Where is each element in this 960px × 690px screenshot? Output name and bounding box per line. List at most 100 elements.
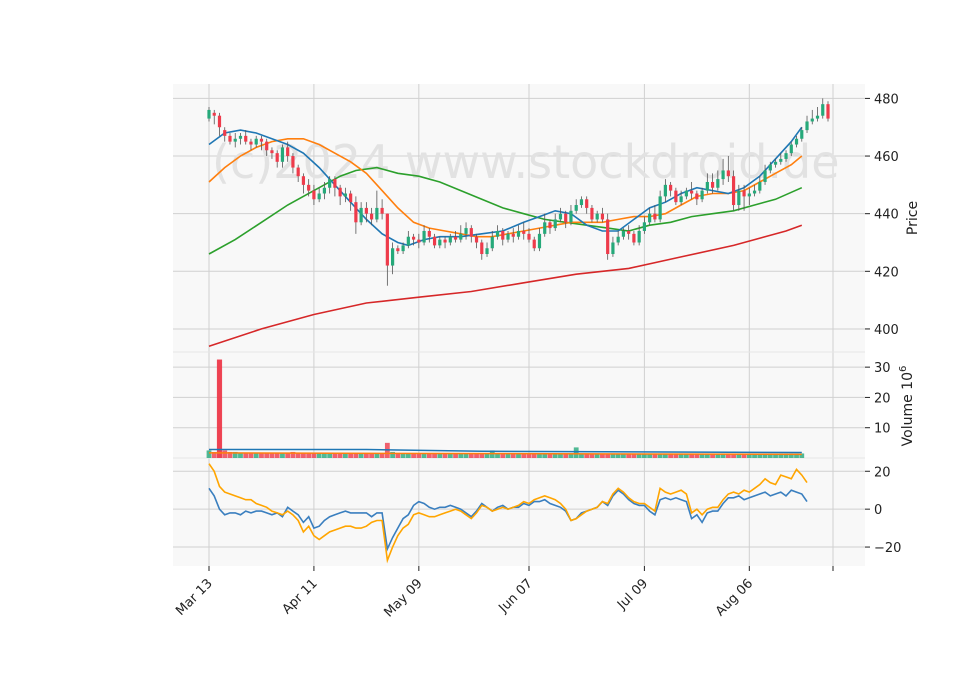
volume-bar bbox=[238, 453, 243, 458]
candle-body bbox=[574, 205, 578, 211]
volume-spike-bar bbox=[216, 359, 223, 458]
candle-body bbox=[742, 190, 746, 197]
volume-bar bbox=[379, 453, 385, 458]
volume-bar bbox=[243, 453, 249, 458]
candle-body bbox=[464, 228, 468, 234]
volume-panel-bg bbox=[173, 352, 865, 458]
candle-body bbox=[758, 181, 762, 191]
volume-bar bbox=[337, 453, 343, 458]
candle-body bbox=[705, 181, 709, 191]
candle-body bbox=[585, 199, 589, 208]
candle-body bbox=[275, 153, 279, 162]
candle-body bbox=[469, 228, 473, 237]
candle-body bbox=[359, 207, 363, 223]
volume-bar bbox=[348, 453, 354, 458]
candle-body bbox=[254, 138, 258, 145]
price-tick-label: 480 bbox=[874, 92, 899, 107]
candle-body bbox=[422, 230, 426, 243]
x-tick-label: Mar 13 bbox=[173, 576, 216, 619]
volume-bar bbox=[306, 453, 312, 458]
candle-body bbox=[684, 190, 688, 197]
candle-body bbox=[663, 184, 667, 197]
oscillator-tick-label: 0 bbox=[874, 503, 882, 518]
price-panel-bg bbox=[173, 84, 865, 352]
candle-body bbox=[810, 118, 814, 122]
candle-body bbox=[280, 147, 285, 162]
candle-body bbox=[349, 193, 353, 203]
candle-body bbox=[338, 187, 342, 197]
candle-body bbox=[312, 190, 316, 200]
oscillator-tick-label: −20 bbox=[874, 541, 901, 556]
candle-body bbox=[553, 219, 557, 229]
volume-bar bbox=[253, 453, 259, 458]
candle-body bbox=[669, 184, 673, 191]
candle-body bbox=[616, 236, 620, 243]
candle-body bbox=[800, 130, 804, 139]
chart-canvas: (c)2024 www.stockdroid.de 400 420 440 460 48… bbox=[173, 84, 921, 620]
candle-body bbox=[637, 230, 641, 243]
volume-bar bbox=[353, 453, 359, 458]
candle-body bbox=[480, 242, 484, 255]
candle-body bbox=[411, 236, 416, 240]
candle-body bbox=[217, 115, 222, 128]
candle-body bbox=[490, 236, 494, 249]
volume-bar bbox=[327, 453, 333, 458]
volume-bar bbox=[285, 453, 291, 458]
candle-body bbox=[228, 135, 232, 142]
x-tick-label: Jul 09 bbox=[614, 576, 651, 613]
candle-body bbox=[317, 193, 321, 200]
price-axis-label: Price bbox=[905, 201, 921, 235]
candle-body bbox=[401, 245, 405, 252]
candle-body bbox=[501, 230, 505, 240]
volume-bar bbox=[342, 453, 348, 458]
candle-body bbox=[495, 230, 500, 237]
candle-body bbox=[710, 181, 715, 188]
candle-body bbox=[543, 222, 547, 234]
candle-body bbox=[375, 207, 379, 220]
volume-axis-label-text: Volume 10 bbox=[900, 372, 916, 446]
candle-body bbox=[212, 112, 216, 116]
candle-body bbox=[370, 213, 374, 220]
candle-body bbox=[443, 239, 447, 243]
candle-body bbox=[773, 161, 778, 165]
candle-body bbox=[385, 213, 389, 266]
candle-body bbox=[611, 242, 615, 255]
volume-tick-label: 20 bbox=[874, 391, 891, 406]
candle-body bbox=[244, 135, 248, 142]
candle-body bbox=[784, 153, 788, 159]
price-tick-label: 420 bbox=[874, 265, 899, 280]
candle-body bbox=[794, 138, 799, 145]
candle-body bbox=[328, 179, 332, 188]
candle-body bbox=[564, 213, 568, 223]
candle-body bbox=[432, 236, 437, 246]
candle-body bbox=[343, 193, 347, 197]
candle-body bbox=[427, 230, 431, 237]
candle-body bbox=[249, 141, 253, 145]
candle-body bbox=[679, 196, 683, 203]
candle-body bbox=[579, 199, 584, 206]
candle-body bbox=[737, 190, 741, 206]
x-tick-label: May 09 bbox=[381, 576, 425, 620]
candle-body bbox=[595, 213, 599, 220]
candle-body bbox=[653, 213, 657, 220]
volume-bar bbox=[322, 453, 327, 458]
volume-bar bbox=[222, 450, 228, 458]
candle-body bbox=[506, 233, 510, 240]
candle-body bbox=[270, 150, 274, 154]
candle-body bbox=[532, 239, 536, 249]
volume-axis-label: Volume 106 bbox=[898, 366, 916, 447]
volume-bar bbox=[358, 453, 364, 458]
candle-body bbox=[768, 164, 772, 171]
candle-body bbox=[296, 167, 300, 177]
volume-bar bbox=[295, 453, 301, 458]
candle-body bbox=[826, 104, 830, 119]
candle-body bbox=[606, 219, 610, 255]
volume-tick-label: 10 bbox=[874, 422, 891, 437]
candle-body bbox=[396, 248, 400, 252]
candle-body bbox=[726, 170, 730, 177]
candle-body bbox=[333, 179, 337, 188]
candle-body bbox=[354, 202, 358, 223]
x-tick-label: Apr 11 bbox=[280, 576, 321, 617]
volume-bar bbox=[280, 453, 285, 458]
volume-bar bbox=[274, 453, 280, 458]
